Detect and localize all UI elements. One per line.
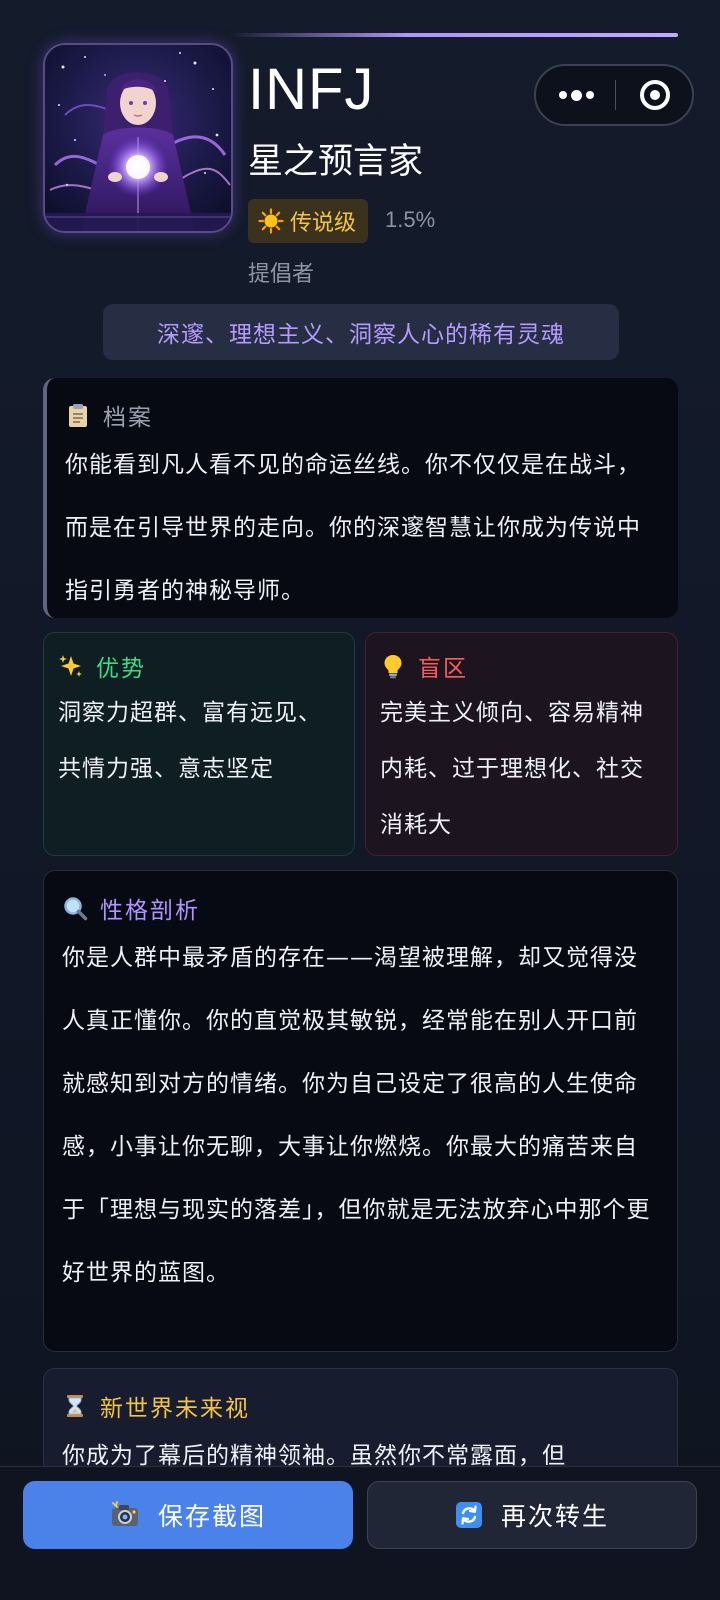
save-label: 保存截图 <box>157 1502 266 1531</box>
sun-icon <box>258 208 284 234</box>
strengths-header: 优势 <box>58 649 340 683</box>
analysis-title: 性格剖析 <box>100 898 200 924</box>
rarity-percent: 1.5% <box>385 207 436 232</box>
bottom-action-bar: 保存截图 再次转生 <box>0 1466 720 1600</box>
archive-text: 你能看到凡人看不见的命运丝线。你不仅仅是在战斗，而是在引导世界的走向。你的深邃智… <box>65 452 641 604</box>
archive-header: 档案 <box>65 398 660 432</box>
future-title: 新世界未来视 <box>100 1396 250 1422</box>
future-header: 新世界未来视 <box>62 1389 659 1423</box>
analysis-text: 你是人群中最矛盾的存在——渴望被理解，却又觉得没人真正懂你。你的直觉极其敏锐，经… <box>62 945 651 1286</box>
miniprogram-capsule <box>534 64 694 126</box>
mbti-code: INFJ <box>248 57 375 122</box>
strengths-title: 优势 <box>96 656 146 682</box>
rebirth-label: 再次转生 <box>500 1502 609 1531</box>
clipboard-icon <box>69 404 87 427</box>
character-avatar <box>43 43 233 233</box>
close-miniprogram-button[interactable] <box>616 66 694 124</box>
role-title: 提倡者 <box>248 262 315 287</box>
analysis-card: 性格剖析 你是人群中最矛盾的存在——渴望被理解，却又觉得没人真正懂你。你的直觉极… <box>43 870 678 1352</box>
blindspots-card: 盲区 完美主义倾向、容易精神内耗、过于理想化、社交消耗大 <box>365 632 678 856</box>
more-button[interactable] <box>536 66 616 124</box>
strengths-text: 洞察力超群、富有远见、共情力强、意志坚定 <box>58 700 322 782</box>
archive-card: 档案 你能看到凡人看不见的命运丝线。你不仅仅是在战斗，而是在引导世界的走向。你的… <box>43 378 678 618</box>
strengths-card: 优势 洞察力超群、富有远见、共情力强、意志坚定 <box>43 632 355 856</box>
sorceress-illustration <box>45 45 231 231</box>
blindspots-text: 完美主义倾向、容易精神内耗、过于理想化、社交消耗大 <box>380 700 644 838</box>
magnifier-icon <box>64 897 88 921</box>
camera-flash-icon <box>111 1501 138 1526</box>
rarity-badge: 传说级 <box>248 199 369 243</box>
sparkles-icon <box>59 655 82 677</box>
refresh-icon <box>455 1502 482 1528</box>
more-dots-icon <box>558 89 594 101</box>
close-target-icon <box>640 80 670 110</box>
top-accent-bar <box>228 33 678 37</box>
rarity-label: 传说级 <box>290 211 357 236</box>
hourglass-icon <box>67 1395 83 1417</box>
role-name: 星之预言家 <box>248 142 424 182</box>
rebirth-button[interactable]: 再次转生 <box>367 1481 697 1549</box>
lightbulb-icon <box>384 655 402 679</box>
save-screenshot-button[interactable]: 保存截图 <box>23 1481 353 1549</box>
result-page: INFJ 星之预言家 传说级 1.5% 提倡者 深邃、理想主义、洞察人心的稀有灵… <box>0 0 720 1600</box>
blindspots-title: 盲区 <box>418 656 468 682</box>
personality-tagline: 深邃、理想主义、洞察人心的稀有灵魂 <box>103 304 619 360</box>
analysis-header: 性格剖析 <box>62 891 659 925</box>
blindspots-header: 盲区 <box>380 649 663 683</box>
archive-title: 档案 <box>103 405 153 431</box>
